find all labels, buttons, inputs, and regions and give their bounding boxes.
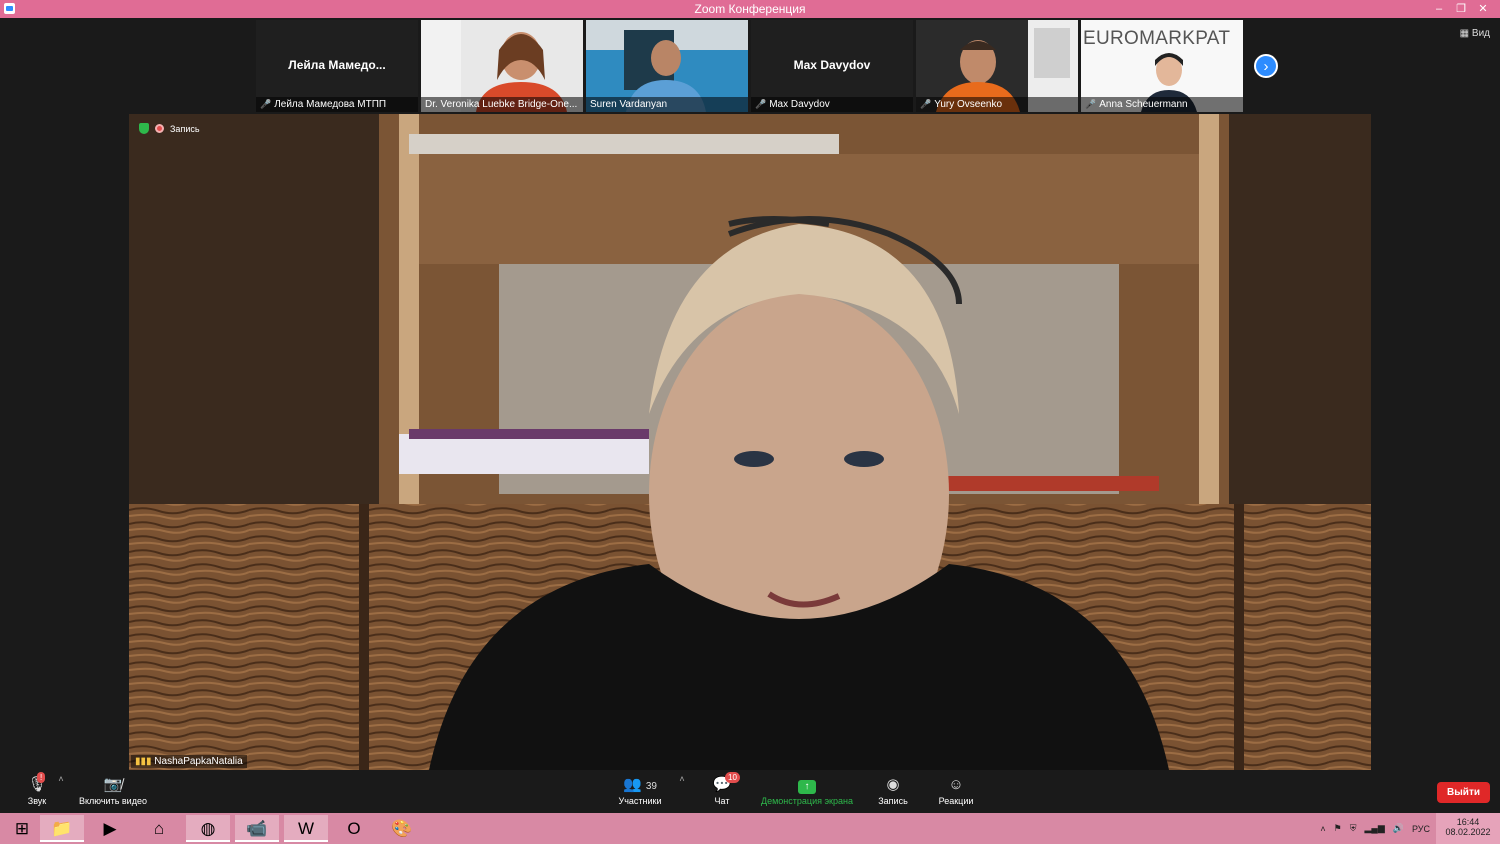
close-button[interactable]: ✕ bbox=[1472, 0, 1494, 18]
clock-date: 08.02.2022 bbox=[1445, 827, 1491, 837]
tray-caret-icon[interactable]: ˄ bbox=[1320, 824, 1325, 834]
chat-label: Чат bbox=[714, 796, 730, 806]
view-button[interactable]: ▦ Вид bbox=[1460, 28, 1490, 39]
clock-time: 16:44 bbox=[1456, 817, 1480, 827]
system-tray: ˄ ⚑ ⛨ ▂▄▆ 🔊 РУС bbox=[1312, 813, 1430, 844]
participant-name: Yury Ovseenko bbox=[934, 99, 1003, 110]
mic-muted-icon: 🎤 bbox=[920, 99, 932, 109]
audio-button[interactable]: 🎙! Звук bbox=[24, 772, 50, 806]
participant-label: 🎤 Max Davydov bbox=[751, 97, 913, 112]
participants-count: 39 bbox=[645, 781, 657, 792]
antivirus-icon[interactable]: ⛨ bbox=[1350, 823, 1357, 834]
network-icon[interactable]: ▂▄▆ bbox=[1365, 823, 1385, 834]
signal-bars-icon: ▮▮▮ bbox=[135, 756, 155, 767]
encryption-shield-icon[interactable] bbox=[139, 123, 149, 134]
participant-label: 🎤 Yury Ovseenko bbox=[916, 97, 1078, 112]
participant-tile[interactable]: Dr. Veronika Luebke Bridge-One... bbox=[421, 20, 583, 112]
mic-muted-icon: 🎤 bbox=[260, 99, 272, 109]
windows-taskbar: ⊞ 📁 ▶ ⌂ ◍ 📹 W O 🎨 ˄ ⚑ ⛨ ▂▄▆ 🔊 РУС 16:44 … bbox=[0, 813, 1500, 844]
meeting-stage: ▦ Вид Лейла Мамедо... 🎤 Лейла Мамедова МТ… bbox=[0, 18, 1500, 770]
chat-button[interactable]: 💬 10 Чат bbox=[708, 772, 740, 806]
participant-tile[interactable]: EUROMARKPAT 🎤 Anna Scheuermann bbox=[1081, 20, 1243, 112]
recording-dot-icon bbox=[155, 124, 164, 133]
restore-button[interactable]: ❐ bbox=[1450, 0, 1472, 18]
zoom-icon[interactable]: 📹 bbox=[235, 815, 279, 842]
record-icon: ◉ bbox=[886, 776, 900, 793]
participant-label: 🎤 Anna Scheuermann bbox=[1081, 97, 1243, 112]
flag-icon[interactable]: ⚑ bbox=[1334, 823, 1342, 834]
participant-label: 🎤 Лейла Мамедова МТПП bbox=[256, 97, 418, 112]
euromarkpat-logo: EUROMARKPAT bbox=[1083, 28, 1231, 49]
mic-muted-icon: 🎤 bbox=[1085, 99, 1097, 109]
window-title: Zoom Конференция bbox=[694, 2, 806, 16]
file-explorer-icon[interactable]: 📁 bbox=[40, 815, 84, 842]
chrome-icon[interactable]: ◍ bbox=[186, 815, 230, 842]
participants-button[interactable]: 👥 39 Участники bbox=[612, 774, 668, 806]
chat-icon: 💬 10 bbox=[708, 772, 740, 796]
clock[interactable]: 16:44 08.02.2022 bbox=[1436, 813, 1500, 844]
microphone-icon: 🎙! bbox=[27, 772, 47, 793]
windows-start-icon[interactable]: ⊞ bbox=[0, 815, 44, 842]
next-page-arrow-icon[interactable]: › bbox=[1254, 54, 1278, 78]
record-button[interactable]: ◉ Запись bbox=[874, 774, 912, 806]
audio-label: Звук bbox=[27, 796, 47, 806]
word-icon[interactable]: W bbox=[284, 815, 328, 842]
outlook-icon[interactable]: O bbox=[332, 815, 376, 842]
participant-label: Dr. Veronika Luebke Bridge-One... bbox=[421, 97, 583, 112]
participant-label: Suren Vardanyan bbox=[586, 97, 748, 112]
reactions-icon: ☺ bbox=[948, 776, 964, 793]
mic-muted-icon: 🎤 bbox=[755, 99, 767, 109]
share-screen-button[interactable]: ↑ Демонстрация экрана bbox=[756, 774, 858, 806]
camera-off-icon: 📷̸ bbox=[103, 776, 123, 793]
start-video-label: Включить видео bbox=[79, 796, 147, 806]
recording-indicator[interactable]: Запись bbox=[139, 123, 200, 134]
participant-tile[interactable]: Max Davydov 🎤 Max Davydov bbox=[751, 20, 913, 112]
window-titlebar: Zoom Конференция – ❐ ✕ bbox=[0, 0, 1500, 18]
reactions-label: Реакции bbox=[938, 796, 974, 806]
speaker-name: NashaPapkaNatalia bbox=[154, 756, 243, 767]
participant-name: Max Davydov bbox=[769, 99, 830, 110]
speaker-video-frame bbox=[129, 114, 1371, 770]
audio-options-caret-icon[interactable]: ˄ bbox=[55, 774, 67, 784]
paint-icon[interactable]: 🎨 bbox=[380, 815, 424, 842]
active-speaker-video: Запись ▮▮▮ NashaPapkaNatalia bbox=[129, 114, 1371, 770]
chat-unread-badge: 10 bbox=[725, 772, 740, 783]
participants-icon: 👥 39 bbox=[623, 776, 657, 793]
minimize-button[interactable]: – bbox=[1428, 0, 1450, 18]
speaker-name-label: ▮▮▮ NashaPapkaNatalia bbox=[131, 755, 247, 768]
participant-display-name: Лейла Мамедо... bbox=[288, 58, 386, 72]
participant-tile[interactable]: Suren Vardanyan bbox=[586, 20, 748, 112]
reactions-button[interactable]: ☺ Реакции bbox=[934, 774, 978, 806]
participant-name: Dr. Veronika Luebke Bridge-One... bbox=[425, 99, 578, 110]
recording-label: Запись bbox=[170, 123, 200, 134]
participant-tile[interactable]: Лейла Мамедо... 🎤 Лейла Мамедова МТПП bbox=[256, 20, 418, 112]
leave-button[interactable]: Выйти bbox=[1437, 782, 1490, 803]
participants-label: Участники bbox=[618, 796, 662, 806]
record-label: Запись bbox=[878, 796, 908, 806]
participant-name: Лейла Мамедова МТПП bbox=[274, 99, 387, 110]
share-screen-label: Демонстрация экрана bbox=[761, 796, 853, 806]
share-screen-icon: ↑ bbox=[798, 780, 816, 794]
start-video-button[interactable]: 📷̸ Включить видео bbox=[74, 774, 152, 806]
home-icon[interactable]: ⌂ bbox=[137, 815, 181, 842]
participant-name: Suren Vardanyan bbox=[590, 99, 668, 110]
participants-caret-icon[interactable]: ˄ bbox=[676, 774, 688, 784]
participant-name: Anna Scheuermann bbox=[1099, 99, 1188, 110]
participant-tile[interactable]: 🎤 Yury Ovseenko bbox=[916, 20, 1078, 112]
volume-icon[interactable]: 🔊 bbox=[1393, 823, 1404, 834]
participant-display-name: Max Davydov bbox=[793, 58, 871, 72]
language-indicator[interactable]: РУС bbox=[1412, 824, 1430, 834]
media-player-icon[interactable]: ▶ bbox=[88, 815, 132, 842]
meeting-toolbar: 🎙! Звук ˄ 📷̸ Включить видео 👥 39 Участни… bbox=[0, 770, 1500, 813]
